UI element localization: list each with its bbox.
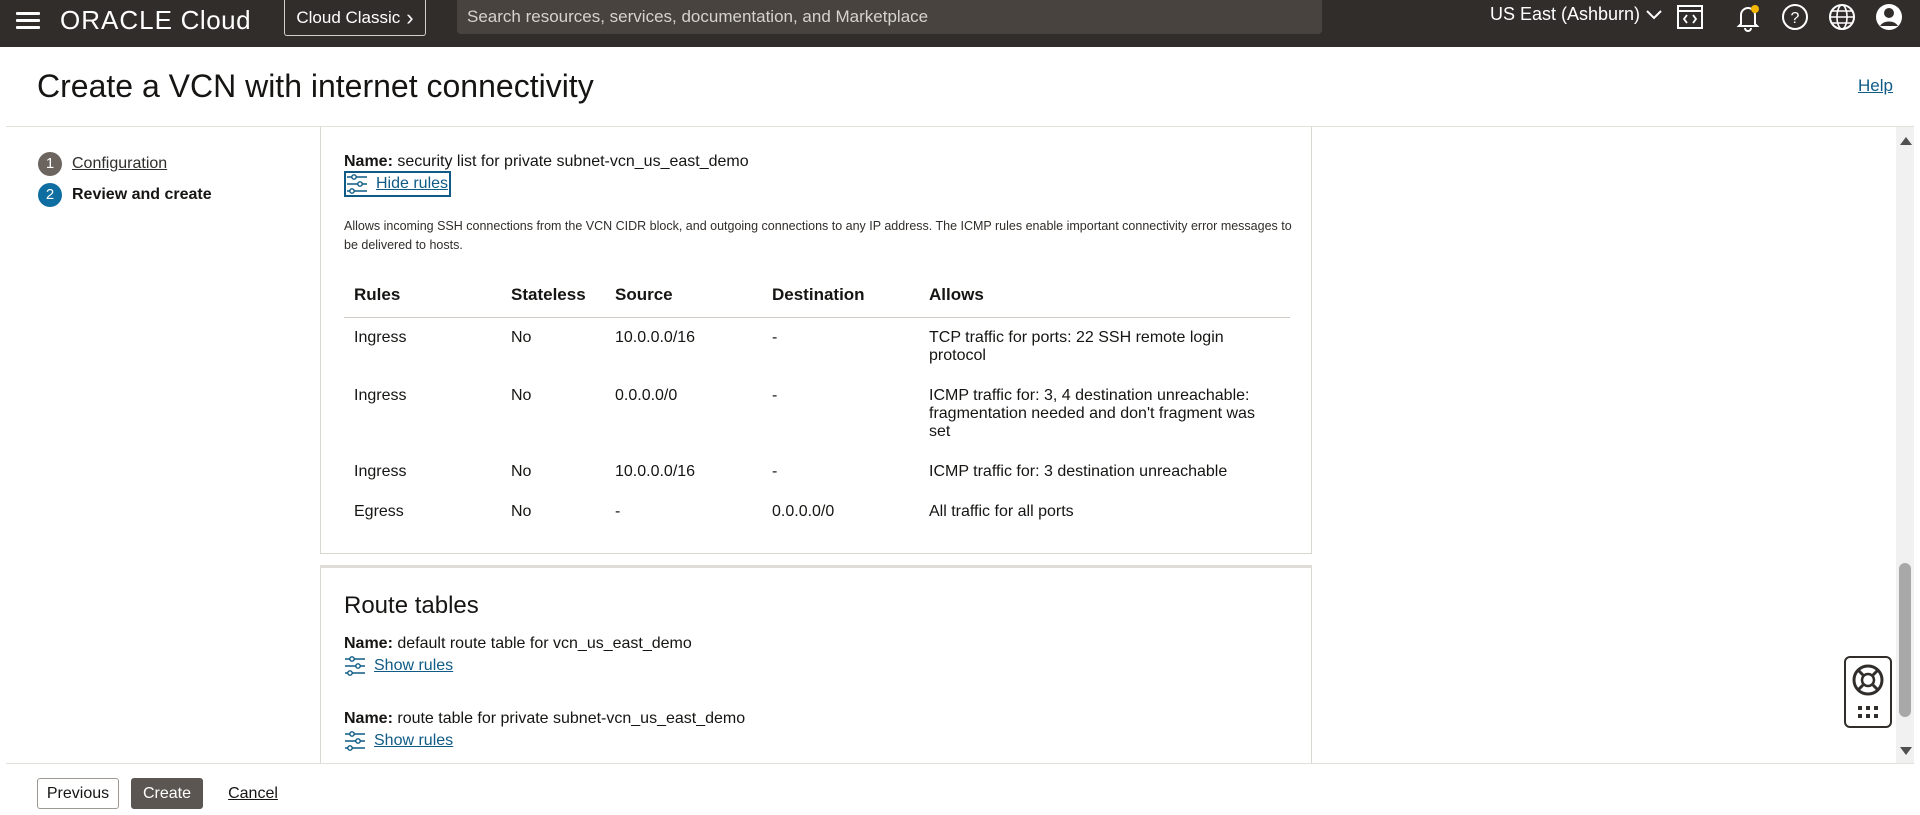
vertical-scrollbar[interactable]	[1896, 127, 1914, 763]
oracle-cloud-logo[interactable]: ORACLE Cloud	[60, 5, 251, 36]
name-value: route table for private subnet-vcn_us_ea…	[397, 710, 746, 727]
hide-rules-label: Hide rules	[376, 175, 449, 192]
help-icon[interactable]: ?	[1780, 2, 1810, 32]
scroll-down-arrow-icon[interactable]	[1900, 747, 1912, 755]
cloud-classic-label: Cloud Classic	[296, 7, 401, 27]
table-header-row: Rules Stateless Source Destination Allow…	[344, 277, 1290, 318]
cell-stateless: No	[511, 502, 532, 520]
step-number: 2	[38, 182, 62, 207]
table-row: Ingress No 10.0.0.0/16 - TCP traffic for…	[344, 317, 1290, 376]
cell-rule: Egress	[354, 502, 404, 520]
cell-source: 10.0.0.0/16	[615, 328, 696, 346]
wizard-footer: Previous Create Cancel	[6, 763, 1914, 815]
route-tables-title: Route tables	[344, 592, 479, 619]
cell-destination: -	[772, 462, 778, 480]
cell-allows: TCP traffic for ports: 22 SSH remote log…	[929, 328, 1224, 364]
page-header: Create a VCN with internet connectivity …	[6, 47, 1914, 127]
table-row: Egress No - 0.0.0.0/0 All traffic for al…	[344, 492, 1290, 532]
name-value: default route table for vcn_us_east_demo	[397, 635, 692, 652]
search-placeholder: Search resources, services, documentatio…	[467, 7, 929, 26]
show-rules-button[interactable]: Show rules	[344, 730, 453, 752]
chevron-down-icon	[1646, 9, 1662, 19]
cell-destination: -	[772, 386, 778, 404]
table-row: Ingress No 10.0.0.0/16 - ICMP traffic fo…	[344, 452, 1290, 492]
show-rules-label: Show rules	[374, 732, 454, 749]
language-globe-icon[interactable]	[1827, 2, 1857, 32]
step-configuration[interactable]: 1 Configuration	[38, 148, 212, 179]
show-rules-button[interactable]: Show rules	[344, 655, 453, 677]
sliders-icon	[345, 731, 365, 751]
step-configuration-link[interactable]: Configuration	[72, 155, 167, 173]
name-label: Name:	[344, 153, 393, 170]
security-list-description: Allows incoming SSH connections from the…	[344, 219, 1292, 252]
cell-allows: All traffic for all ports	[929, 502, 1074, 520]
logo-product: Cloud	[180, 5, 252, 35]
help-link[interactable]: Help	[1858, 76, 1914, 96]
cell-source: 0.0.0.0/0	[615, 386, 678, 404]
column-header-rules: Rules	[344, 277, 501, 318]
logo-brand: ORACLE	[60, 5, 173, 35]
step-review-label: Review and create	[72, 185, 212, 203]
cell-rule: Ingress	[354, 386, 407, 404]
security-rules-table: Rules Stateless Source Destination Allow…	[344, 277, 1290, 532]
route-tables-panel: Route tables Name: default route table f…	[320, 565, 1312, 765]
cell-allows: ICMP traffic for: 3 destination unreacha…	[929, 462, 1228, 480]
cell-stateless: No	[511, 328, 532, 346]
region-selector[interactable]: US East (Ashburn)	[1490, 4, 1662, 25]
column-header-stateless: Stateless	[501, 277, 605, 318]
cancel-button[interactable]: Cancel	[223, 778, 283, 809]
step-number: 1	[38, 151, 62, 176]
lifebuoy-icon	[1852, 664, 1884, 718]
scrollbar-thumb[interactable]	[1899, 563, 1911, 717]
previous-button[interactable]: Previous	[37, 778, 119, 809]
name-label: Name:	[344, 710, 393, 727]
column-header-destination: Destination	[762, 277, 919, 318]
column-header-allows: Allows	[919, 277, 1290, 318]
sliders-icon	[347, 174, 367, 194]
menu-icon[interactable]	[14, 7, 42, 35]
page-title: Create a VCN with internet connectivity	[37, 68, 594, 104]
cell-rule: Ingress	[354, 462, 407, 480]
cell-stateless: No	[511, 386, 532, 404]
route-table-name: Name: default route table for vcn_us_eas…	[344, 635, 692, 653]
wizard-steps: 1 Configuration 2 Review and create	[38, 148, 212, 210]
hide-rules-button[interactable]: Hide rules	[344, 171, 452, 197]
security-list-name: Name: security list for private subnet-v…	[344, 153, 749, 171]
code-editor-icon[interactable]	[1675, 2, 1705, 32]
cell-source: 10.0.0.0/16	[615, 462, 696, 480]
cell-destination: 0.0.0.0/0	[772, 502, 835, 520]
cell-rule: Ingress	[354, 328, 407, 346]
table-row: Ingress No 0.0.0.0/0 - ICMP traffic for:…	[344, 376, 1290, 452]
route-table-name: Name: route table for private subnet-vcn…	[344, 710, 745, 728]
security-list-panel: Name: security list for private subnet-v…	[320, 127, 1312, 554]
name-label: Name:	[344, 635, 393, 652]
scroll-up-arrow-icon[interactable]	[1900, 137, 1912, 145]
column-header-source: Source	[605, 277, 762, 318]
show-rules-label: Show rules	[374, 657, 454, 674]
name-value: security list for private subnet-vcn_us_…	[397, 153, 749, 170]
cell-destination: -	[772, 328, 778, 346]
user-profile-icon[interactable]	[1874, 2, 1904, 32]
step-review-and-create: 2 Review and create	[38, 179, 212, 210]
cell-stateless: No	[511, 462, 532, 480]
cell-allows: ICMP traffic for: 3, 4 destination unrea…	[929, 386, 1255, 440]
search-input[interactable]: Search resources, services, documentatio…	[457, 0, 1322, 34]
chevron-right-icon: ›	[406, 4, 414, 30]
global-header: ORACLE Cloud Cloud Classic › Search reso…	[0, 0, 1920, 47]
svg-text:?: ?	[1791, 10, 1800, 27]
region-label: US East (Ashburn)	[1490, 4, 1641, 24]
notifications-icon[interactable]	[1733, 2, 1763, 32]
create-button[interactable]: Create	[131, 778, 203, 809]
cell-source: -	[615, 502, 621, 520]
sliders-icon	[345, 656, 365, 676]
cloud-classic-button[interactable]: Cloud Classic ›	[284, 0, 426, 36]
support-assistant-button[interactable]	[1844, 656, 1892, 728]
